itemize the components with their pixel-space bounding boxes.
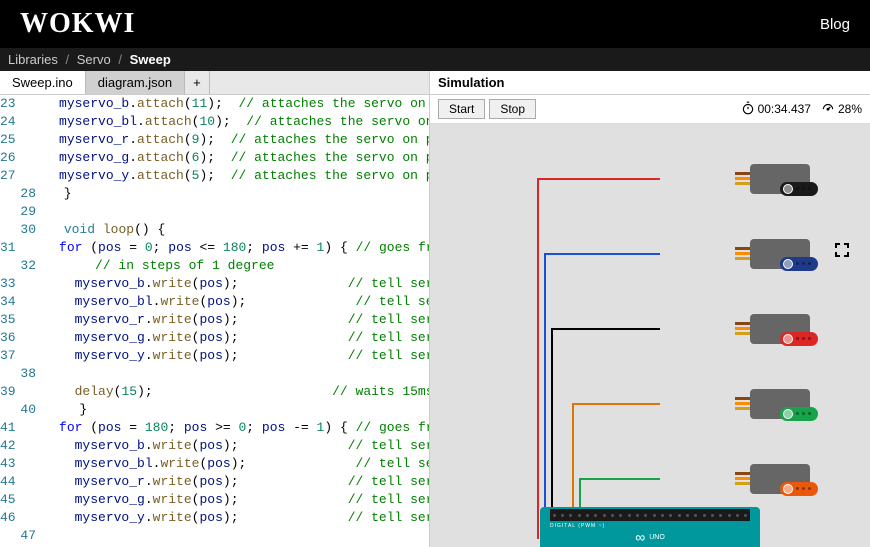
code-line[interactable]: 23 myservo_b.attach(11); // attaches the… bbox=[0, 95, 429, 113]
logo[interactable]: WOKWI bbox=[20, 8, 135, 40]
code-line[interactable]: 32 // in steps of 1 degree bbox=[0, 257, 429, 275]
servo-body bbox=[750, 314, 810, 344]
code-line[interactable]: 36 myservo_g.write(pos); // tell servo bbox=[0, 329, 429, 347]
servo-horn bbox=[780, 407, 818, 421]
code-line[interactable]: 42 myservo_b.write(pos); // tell servo bbox=[0, 437, 429, 455]
code-line[interactable]: 39 delay(15); // waits 15ms fo bbox=[0, 383, 429, 401]
code-line[interactable]: 47 bbox=[0, 527, 429, 545]
servo-3[interactable] bbox=[730, 379, 810, 429]
code-line[interactable]: 45 myservo_g.write(pos); // tell servo bbox=[0, 491, 429, 509]
sim-time: 00:34.437 bbox=[741, 101, 811, 118]
code-line[interactable]: 35 myservo_r.write(pos); // tell servo bbox=[0, 311, 429, 329]
servo-body bbox=[750, 164, 810, 194]
start-button[interactable]: Start bbox=[438, 99, 485, 119]
servo-horn bbox=[780, 332, 818, 346]
editor-pane: Sweep.ino diagram.json + 23 myservo_b.at… bbox=[0, 71, 430, 547]
code-line[interactable]: 40 } bbox=[0, 401, 429, 419]
code-line[interactable]: 30 void loop() { bbox=[0, 221, 429, 239]
breadcrumb-current: Sweep bbox=[130, 52, 171, 67]
servo-horn bbox=[780, 482, 818, 496]
code-line[interactable]: 29 bbox=[0, 203, 429, 221]
servo-body bbox=[750, 464, 810, 494]
simulation-pane: Simulation Start Stop 00:34.437 28% bbox=[430, 71, 870, 547]
code-line[interactable]: 44 myservo_r.write(pos); // tell servo bbox=[0, 473, 429, 491]
blog-link[interactable]: Blog bbox=[820, 16, 850, 33]
app-header: WOKWI Blog bbox=[0, 0, 870, 48]
servo-0[interactable] bbox=[730, 154, 810, 204]
code-line[interactable]: 38 bbox=[0, 365, 429, 383]
arduino-board[interactable]: DIGITAL (PWM ~) ∞UNO bbox=[540, 507, 760, 547]
simulation-title: Simulation bbox=[438, 75, 504, 90]
fullscreen-icon[interactable] bbox=[834, 242, 850, 258]
servo-2[interactable] bbox=[730, 304, 810, 354]
servo-body bbox=[750, 389, 810, 419]
code-editor[interactable]: 23 myservo_b.attach(11); // attaches the… bbox=[0, 95, 429, 547]
breadcrumb-item[interactable]: Servo bbox=[77, 52, 111, 67]
arduino-pins bbox=[550, 509, 750, 521]
simulation-canvas[interactable]: DIGITAL (PWM ~) ∞UNO bbox=[430, 124, 870, 547]
servo-1[interactable] bbox=[730, 229, 810, 279]
arduino-logo: ∞UNO bbox=[635, 529, 665, 545]
code-line[interactable]: 26 myservo_g.attach(6); // attaches the … bbox=[0, 149, 429, 167]
code-line[interactable]: 34 myservo_bl.write(pos); // tell servo bbox=[0, 293, 429, 311]
breadcrumb-item[interactable]: Libraries bbox=[8, 52, 58, 67]
code-line[interactable]: 27 myservo_y.attach(5); // attaches the … bbox=[0, 167, 429, 185]
gauge-icon bbox=[821, 101, 835, 118]
arduino-digital-label: DIGITAL (PWM ~) bbox=[550, 523, 605, 529]
servo-body bbox=[750, 239, 810, 269]
breadcrumb: Libraries / Servo / Sweep bbox=[0, 48, 870, 71]
stopwatch-icon bbox=[741, 101, 755, 118]
stop-button[interactable]: Stop bbox=[489, 99, 536, 119]
tab-sweep-ino[interactable]: Sweep.ino bbox=[0, 71, 86, 94]
code-line[interactable]: 31 for (pos = 0; pos <= 180; pos += 1) {… bbox=[0, 239, 429, 257]
code-line[interactable]: 43 myservo_bl.write(pos); // tell servo bbox=[0, 455, 429, 473]
code-line[interactable]: 33 myservo_b.write(pos); // tell servo bbox=[0, 275, 429, 293]
tab-diagram-json[interactable]: diagram.json bbox=[86, 71, 185, 94]
code-line[interactable]: 37 myservo_y.write(pos); // tell servo bbox=[0, 347, 429, 365]
code-line[interactable]: 41 for (pos = 180; pos >= 0; pos -= 1) {… bbox=[0, 419, 429, 437]
code-line[interactable]: 25 myservo_r.attach(9); // attaches the … bbox=[0, 131, 429, 149]
servo-horn bbox=[780, 182, 818, 196]
code-line[interactable]: 46 myservo_y.write(pos); // tell servo bbox=[0, 509, 429, 527]
sim-performance: 28% bbox=[821, 101, 862, 118]
code-line[interactable]: 24 myservo_bl.attach(10); // attaches th… bbox=[0, 113, 429, 131]
code-line[interactable]: 28 } bbox=[0, 185, 429, 203]
editor-tabs: Sweep.ino diagram.json + bbox=[0, 71, 429, 95]
servo-horn bbox=[780, 257, 818, 271]
tab-add[interactable]: + bbox=[185, 71, 210, 94]
servo-4[interactable] bbox=[730, 454, 810, 504]
